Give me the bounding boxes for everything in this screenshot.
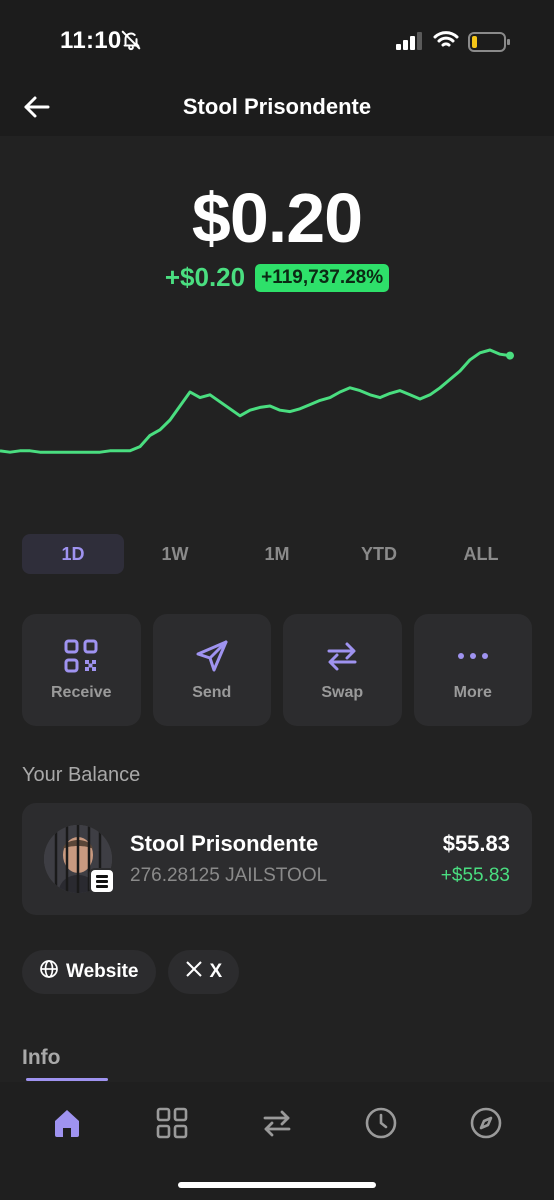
price-line xyxy=(0,348,511,454)
more-dots-icon xyxy=(455,638,491,674)
range-tab-1m[interactable]: 1M xyxy=(226,534,328,574)
range-tabs: 1D 1W 1M YTD ALL xyxy=(22,534,532,574)
grid-icon[interactable] xyxy=(147,1098,197,1148)
swap-button[interactable]: Swap xyxy=(283,614,402,726)
range-tab-all[interactable]: ALL xyxy=(430,534,532,574)
globe-icon xyxy=(39,959,59,985)
receive-button[interactable]: Receive xyxy=(22,614,141,726)
price-chart[interactable] xyxy=(0,330,554,500)
battery-icon xyxy=(468,31,512,58)
x-label: X xyxy=(209,961,223,982)
compass-icon[interactable] xyxy=(461,1098,511,1148)
signal-icon xyxy=(396,32,424,55)
more-button[interactable]: More xyxy=(413,614,532,726)
website-label: Website xyxy=(66,961,139,982)
token-name: Stool Prisondente xyxy=(130,831,319,856)
balance-section-title: Your Balance xyxy=(22,764,141,786)
swap-label: Swap xyxy=(321,684,364,701)
range-tab-1d[interactable]: 1D xyxy=(22,534,124,574)
home-indicator xyxy=(178,1182,376,1188)
clock-icon[interactable] xyxy=(356,1098,406,1148)
send-icon xyxy=(194,638,230,674)
x-logo-icon xyxy=(185,960,203,984)
x-link[interactable]: X xyxy=(167,950,240,994)
swap-icon[interactable] xyxy=(252,1098,302,1148)
balance-change: +$55.83 xyxy=(440,865,510,886)
website-link[interactable]: Website xyxy=(22,950,156,994)
receive-label: Receive xyxy=(51,684,112,701)
solana-badge-icon xyxy=(89,868,115,894)
range-tab-ytd[interactable]: YTD xyxy=(328,534,430,574)
token-price: $0.20 xyxy=(191,179,363,257)
range-tab-1w[interactable]: 1W xyxy=(124,534,226,574)
wifi-icon xyxy=(433,30,459,55)
token-amount: 276.28125 JAILSTOOL xyxy=(130,865,328,886)
send-button[interactable]: Send xyxy=(152,614,271,726)
balance-value: $55.83 xyxy=(442,831,510,856)
info-tab-indicator xyxy=(26,1078,108,1081)
price-change-row: +$0.20 +119,737.28% xyxy=(0,262,554,293)
swap-icon xyxy=(324,638,360,674)
status-bar: 11:10 xyxy=(0,0,554,80)
action-buttons: Receive Send Swap More xyxy=(22,614,532,726)
more-label: More xyxy=(453,684,492,701)
nav-bar: Stool Prisondente xyxy=(0,80,554,136)
send-label: Send xyxy=(192,684,232,701)
price-change-percent-badge: +119,737.28% xyxy=(255,263,390,292)
home-icon[interactable] xyxy=(42,1098,92,1148)
info-tab[interactable]: Info xyxy=(22,1046,60,1070)
bell-muted-icon xyxy=(120,29,142,56)
current-price-dot xyxy=(506,351,514,360)
balance-card[interactable]: Stool Prisondente 276.28125 JAILSTOOL $5… xyxy=(22,803,532,915)
qr-code-icon xyxy=(63,638,99,674)
links-row: Website X xyxy=(22,950,240,994)
price-change: +$0.20 xyxy=(164,262,246,292)
page-title: Stool Prisondente xyxy=(182,94,372,119)
status-time: 11:10 xyxy=(60,27,122,54)
